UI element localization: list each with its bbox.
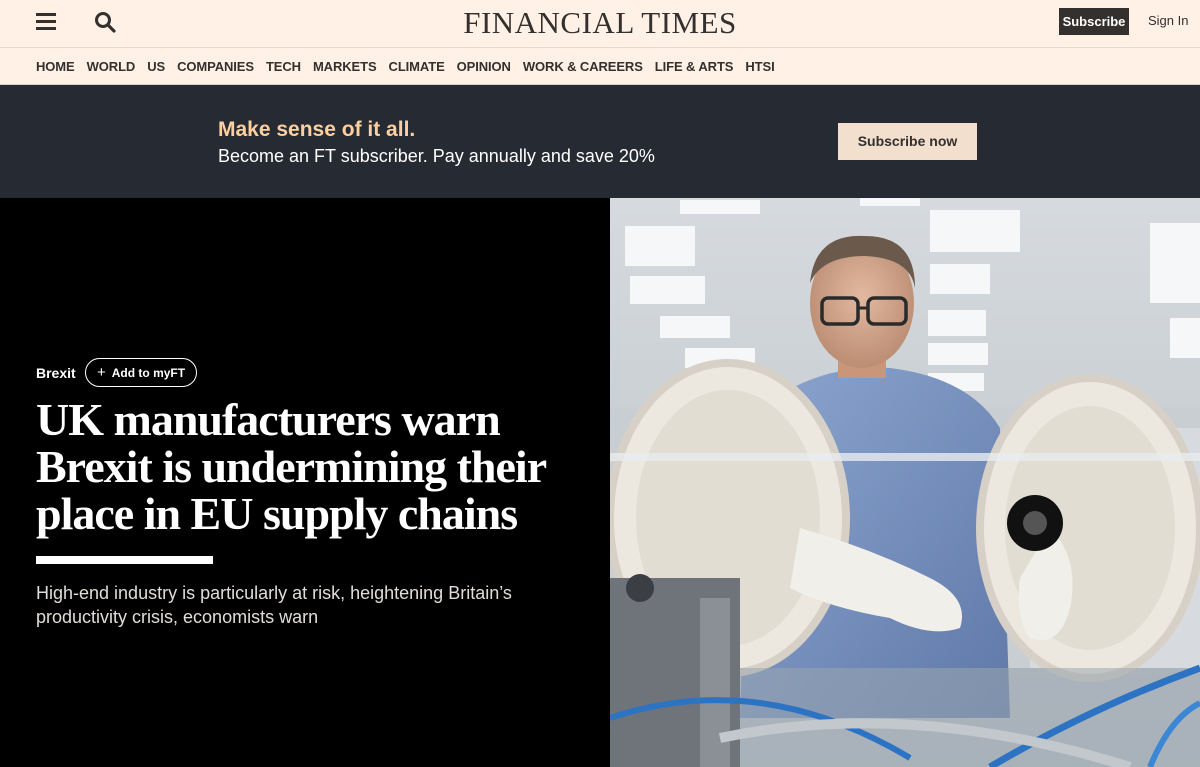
nav-item-opinion[interactable]: OPINION — [457, 59, 511, 74]
add-to-myft-button[interactable]: + Add to myFT — [85, 358, 197, 387]
subscribe-button[interactable]: Subscribe — [1059, 8, 1129, 35]
nav-item-work-careers[interactable]: WORK & CAREERS — [523, 59, 643, 74]
add-to-myft-label: Add to myFT — [111, 366, 186, 380]
topic-tag[interactable]: Brexit — [36, 365, 76, 381]
nav-item-home[interactable]: HOME — [36, 59, 75, 74]
nav-item-us[interactable]: US — [147, 59, 165, 74]
nav-item-tech[interactable]: TECH — [266, 59, 301, 74]
nav-item-companies[interactable]: COMPANIES — [177, 59, 254, 74]
nav-item-markets[interactable]: MARKETS — [313, 59, 377, 74]
nav-item-climate[interactable]: CLIMATE — [389, 59, 445, 74]
article-hero: Brexit + Add to myFT UK manufacturers war… — [0, 198, 1200, 767]
subscription-promo-banner: Make sense of it all. Become an FT subsc… — [0, 85, 1200, 198]
nav-item-world[interactable]: WORLD — [87, 59, 136, 74]
hero-text-panel: Brexit + Add to myFT UK manufacturers war… — [0, 198, 610, 767]
top-bar: FINANCIAL TIMES Subscribe Sign In — [0, 0, 1200, 48]
promo-headline: Make sense of it all. — [218, 118, 416, 141]
article-hero-image — [610, 198, 1200, 767]
subscribe-now-button[interactable]: Subscribe now — [838, 123, 977, 160]
plus-icon: + — [97, 364, 106, 381]
sign-in-link[interactable]: Sign In — [1148, 13, 1188, 28]
masthead-logo[interactable]: FINANCIAL TIMES — [0, 5, 1200, 41]
headline-rule — [36, 556, 213, 564]
nav-item-life-arts[interactable]: LIFE & ARTS — [655, 59, 734, 74]
article-headline[interactable]: UK manufacturers warn Brexit is undermin… — [36, 396, 596, 537]
article-standfirst: High-end industry is particularly at ris… — [36, 583, 512, 627]
nav-item-htsi[interactable]: HTSI — [745, 59, 774, 74]
main-navigation: HOME WORLD US COMPANIES TECH MARKETS CLI… — [0, 48, 1200, 85]
promo-subline: Become an FT subscriber. Pay annually an… — [218, 146, 655, 166]
